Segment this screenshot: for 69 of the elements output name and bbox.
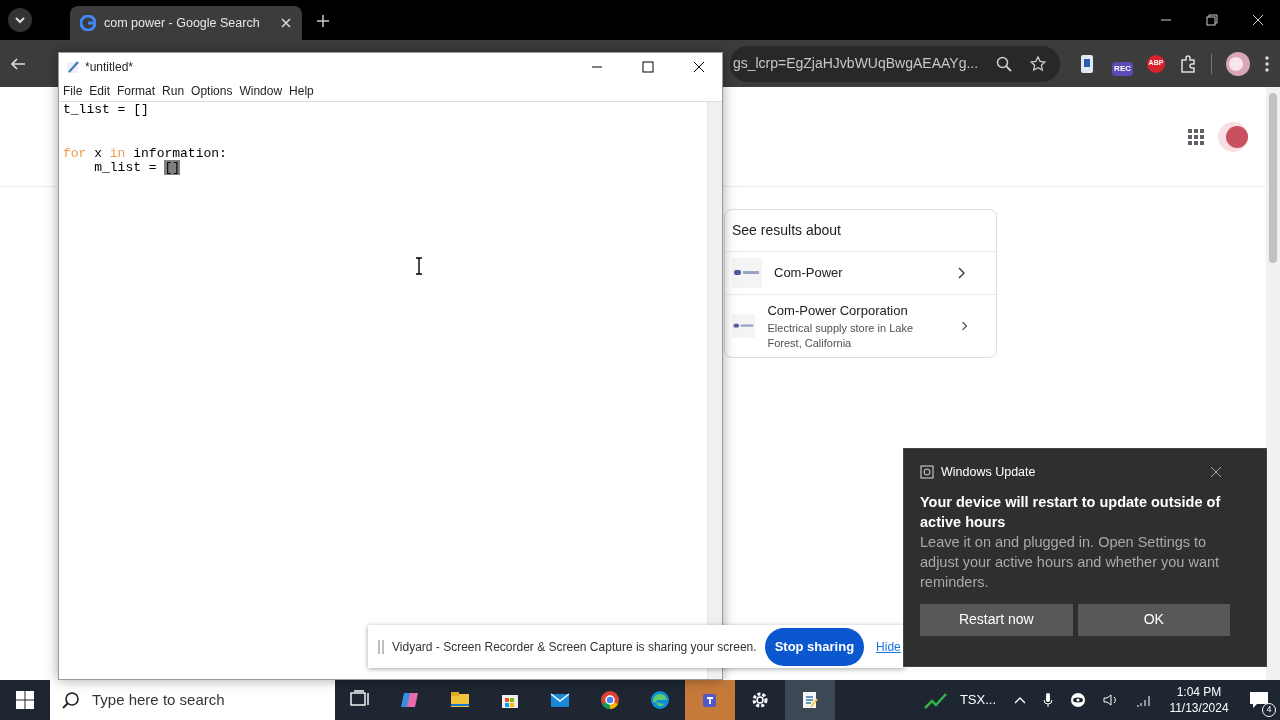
taskbar-search-field[interactable]: Type here to search [50,680,335,720]
recorder-extension-button[interactable]: REC [1112,61,1133,76]
close-icon [693,61,705,73]
sharing-message: Vidyard - Screen Recorder & Screen Capture is sharing your screen. [392,638,757,656]
toast-app-name: Windows Update [941,464,1037,481]
folder-icon [450,690,470,710]
code-line: for x in information: [63,146,228,162]
close-icon[interactable] [1210,466,1222,479]
taskbar-app-button[interactable] [785,680,835,720]
result-link[interactable]: Com-Power Corporation Electrical supply store in Lake Forest, California [725,294,996,357]
wifi-icon[interactable] [1136,693,1152,707]
menu-item[interactable]: File [63,82,83,100]
toast-button[interactable]: Restart now [920,603,1073,636]
window-title: *untitled* [85,59,134,76]
chrome-icon [600,690,620,710]
speaker-icon[interactable] [1103,693,1119,707]
profile-avatar[interactable] [1226,51,1250,76]
text-cursor-icon [414,256,424,275]
chevron-up-icon[interactable] [1014,696,1026,704]
stocks-widget[interactable]: TSX... [923,690,996,710]
maximize-icon [642,61,654,73]
profile-avatar[interactable] [1218,121,1248,152]
star-icon[interactable] [1030,55,1047,72]
google-icon [80,15,96,31]
copilot-icon [400,690,420,710]
update-icon [920,465,934,480]
tab-search-button[interactable] [8,8,32,33]
puzzle-icon[interactable] [1179,54,1197,73]
python-feather-icon [66,60,80,74]
clock[interactable]: 1:04 PM 11/13/2024 [1160,684,1238,716]
browser-tab[interactable]: com power - Google Search [70,6,302,40]
toast-title: Your device will restart to update outside of active hours [920,492,1222,532]
microphone-icon[interactable] [1043,692,1053,708]
close-icon[interactable] [1252,14,1264,26]
python-editor-icon [800,690,820,710]
scrollbar[interactable] [1266,87,1280,680]
code-line: m_list = [] [93,161,182,176]
edge-icon [650,690,670,710]
back-icon[interactable] [10,55,26,72]
toast-message: Leave it on and plugged in. Open Settings to adjust your active hours and whether you want reminders. [920,532,1221,592]
notification-count: 4 [1262,703,1276,717]
new-tab-icon[interactable] [316,13,330,28]
eye-icon[interactable] [1070,692,1086,708]
address-bar[interactable]: gs_lcrp=EgZjaHJvbWUqBwgAEAAYg... [730,45,1061,82]
menu-item[interactable]: Options [191,82,233,100]
code-line: t_list = [] [63,103,150,118]
chevron-right-icon [961,319,968,332]
search-icon[interactable] [996,55,1013,72]
result-link[interactable]: Com-Power [725,252,996,294]
menu-item[interactable]: Run [162,82,185,100]
search-icon [62,691,80,709]
apps-grid-icon[interactable] [1188,128,1204,145]
grip-icon [378,638,384,655]
more-menu-icon[interactable] [1264,54,1270,73]
hide-link[interactable]: Hide [876,637,901,656]
restore-icon[interactable] [1206,14,1218,26]
toast-button[interactable]: OK [1077,603,1230,636]
stop-sharing-button[interactable]: Stop sharing [764,627,865,666]
menu-item[interactable]: Edit [89,82,111,100]
settings-icon [750,690,770,710]
menu-item[interactable]: Help [289,82,314,100]
taskbar-search-field[interactable]: Type here to search [90,687,320,713]
panel-heading: See results about [725,210,996,252]
mail-icon [550,690,570,710]
menu-item[interactable]: Format [117,82,156,100]
menu-item[interactable]: Window [239,82,283,100]
windows-start-icon[interactable] [16,691,34,709]
chevron-right-icon [957,267,965,279]
logo-icon [732,258,762,288]
